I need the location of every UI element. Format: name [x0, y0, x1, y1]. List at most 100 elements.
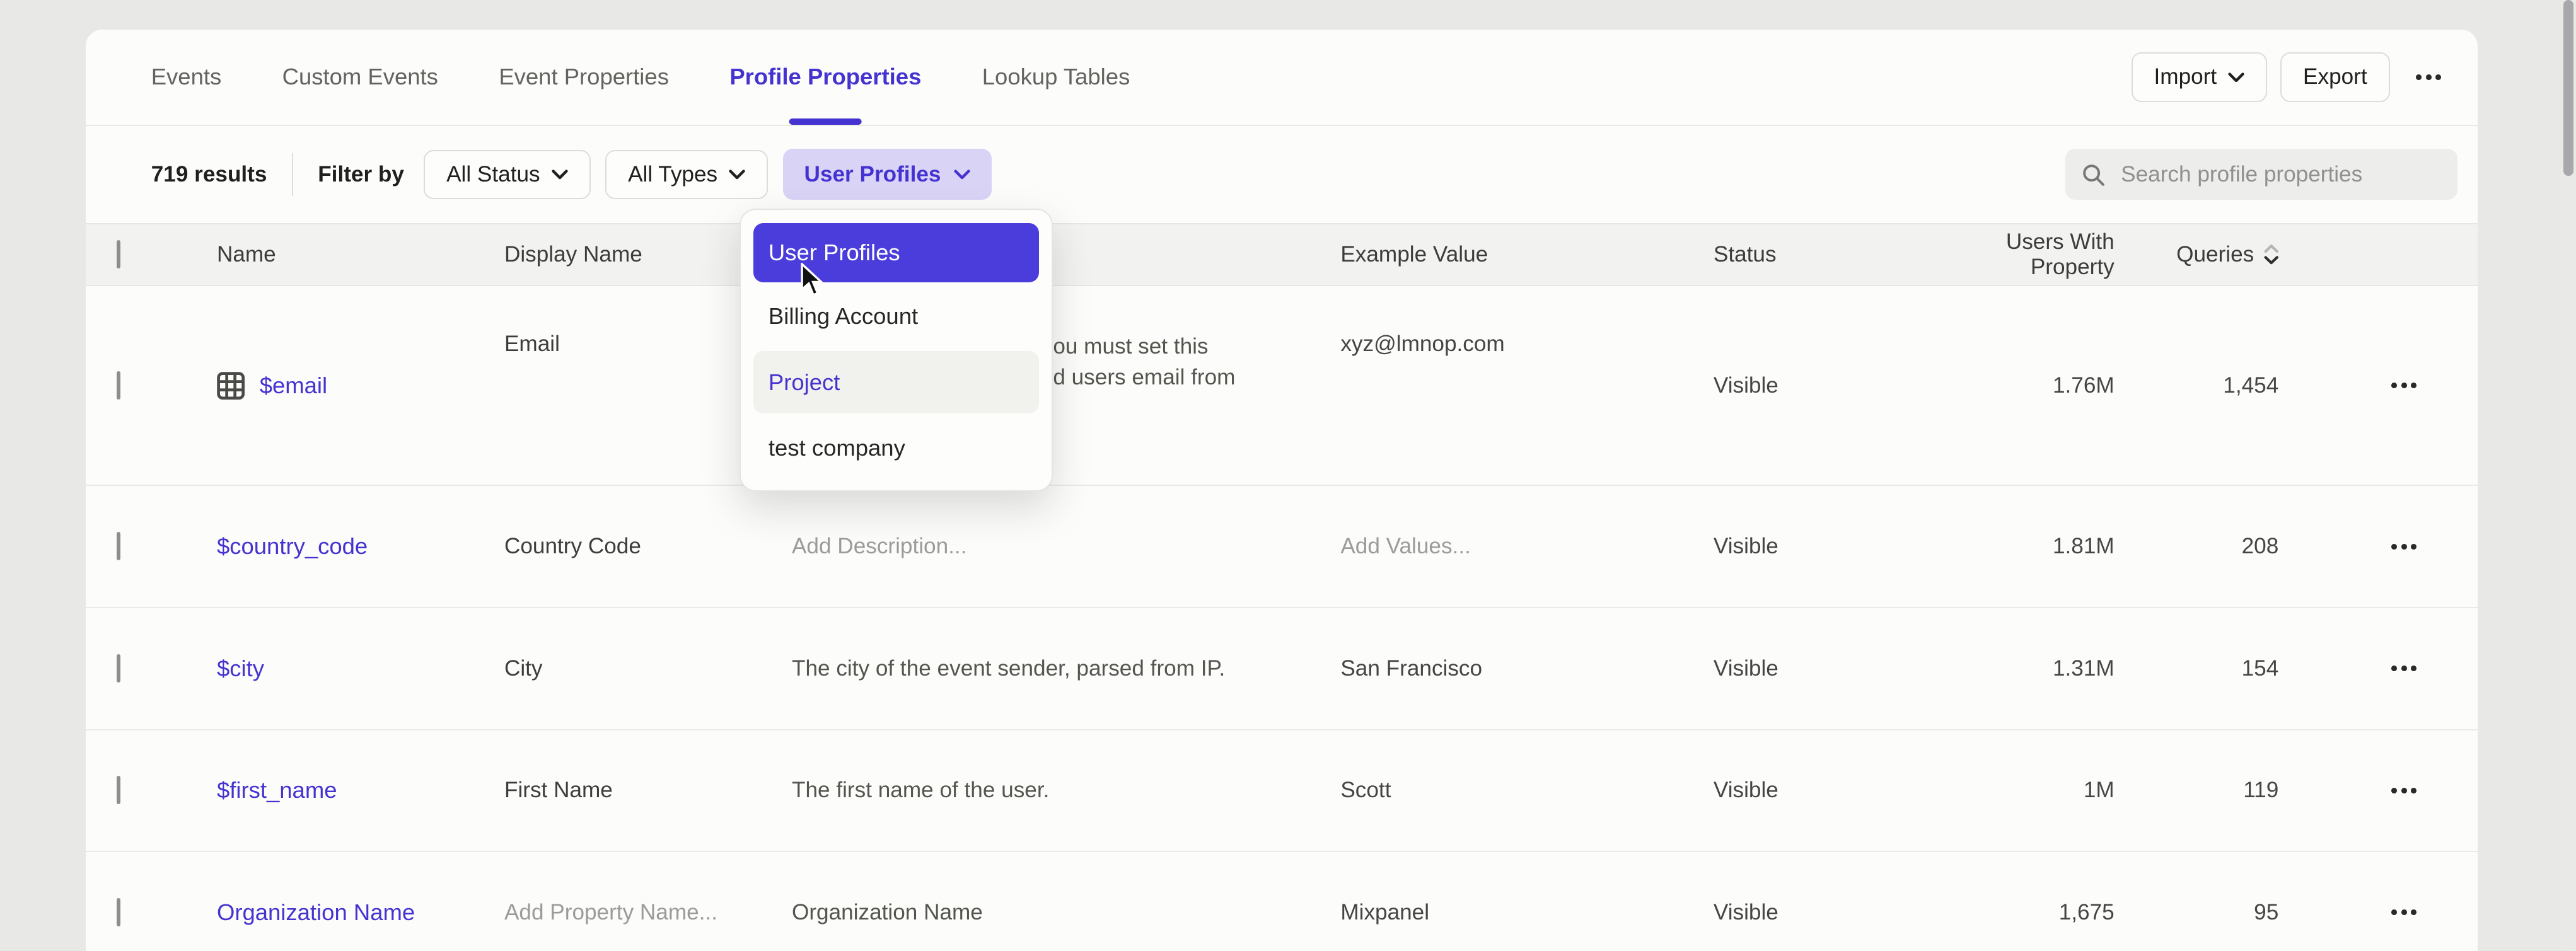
description-cell[interactable]: The city of the event sender, parsed fro… [792, 656, 1340, 681]
status-cell: Visible [1714, 534, 1968, 559]
export-button-label: Export [2303, 64, 2367, 89]
status-cell: Visible [1714, 900, 1968, 925]
row-more-menu-button[interactable] [2391, 544, 2478, 550]
display-name-cell[interactable]: City [504, 656, 792, 681]
group-filter-label: User Profiles [804, 162, 941, 187]
property-name-link[interactable]: $country_code [217, 533, 504, 560]
chevron-down-icon [2228, 72, 2244, 83]
example-value-cell[interactable]: Add Values... [1340, 534, 1714, 559]
status-cell: Visible [1714, 373, 1968, 398]
column-header-users-with-property[interactable]: Users With Property [1968, 229, 2115, 280]
tab-events[interactable]: Events [151, 30, 222, 125]
lookup-table-icon [217, 372, 245, 400]
chevron-down-icon [729, 170, 745, 180]
row-checkbox[interactable] [117, 898, 120, 926]
chevron-down-icon [954, 170, 970, 180]
group-filter-dropdown: User ProfilesBilling AccountProjecttest … [740, 209, 1053, 492]
page: Events Custom Events Event Properties Profi… [0, 0, 2576, 951]
queries-cell: 119 [2243, 778, 2278, 803]
display-name-cell[interactable]: Add Property Name... [504, 900, 792, 925]
property-name-link[interactable]: Organization Name [217, 899, 504, 926]
status-filter-button[interactable]: All Status [424, 150, 591, 199]
users-with-property-cell: 1M [2084, 778, 2115, 803]
scrollbar-thumb[interactable] [2563, 0, 2573, 176]
table-row: $city City The city of the event sender,… [86, 608, 2478, 730]
export-button[interactable]: Export [2280, 52, 2389, 101]
property-name-link[interactable]: $email [217, 372, 504, 400]
type-filter-button[interactable]: All Types [605, 150, 768, 199]
row-checkbox[interactable] [117, 654, 120, 683]
import-button[interactable]: Import [2132, 52, 2268, 101]
display-name-cell[interactable]: Country Code [504, 534, 792, 559]
tab-profile-properties[interactable]: Profile Properties [729, 30, 921, 125]
table-header: Name Display Name Example Value Status U… [86, 223, 2478, 286]
tab-event-properties[interactable]: Event Properties [499, 30, 669, 125]
type-filter-label: All Types [628, 162, 717, 187]
more-menu-button[interactable] [2403, 74, 2454, 80]
users-with-property-cell: 1.81M [2053, 534, 2115, 559]
dropdown-item-project[interactable]: Project [753, 351, 1038, 413]
display-name-cell[interactable]: First Name [504, 778, 792, 803]
dropdown-item-user-profiles[interactable]: User Profiles [753, 223, 1038, 282]
search-input[interactable] [2118, 160, 2445, 188]
tabs-row: Events Custom Events Event Properties Profi… [86, 30, 2478, 126]
import-button-label: Import [2154, 64, 2217, 89]
dropdown-item-billing-account[interactable]: Billing Account [753, 287, 1038, 346]
queries-cell: 95 [2254, 900, 2278, 925]
status-cell: Visible [1714, 778, 1968, 803]
group-filter-button[interactable]: User Profiles [783, 149, 992, 200]
queries-cell: 154 [2242, 656, 2279, 681]
row-more-menu-button[interactable] [2391, 909, 2478, 915]
users-with-property-cell: 1.76M [2053, 373, 2115, 398]
filter-by-label: Filter by [318, 162, 404, 187]
filter-row: 719 results Filter by All Status All Typ… [86, 126, 2478, 223]
row-checkbox[interactable] [117, 532, 120, 560]
column-header-example-value[interactable]: Example Value [1340, 242, 1714, 267]
users-with-property-cell: 1.31M [2053, 656, 2115, 681]
property-name-link[interactable]: $city [217, 655, 504, 682]
queries-header-label: Queries [2176, 242, 2254, 267]
table-row: $first_name First Name The first name of… [86, 730, 2478, 853]
table-row: Organization Name Add Property Name... O… [86, 852, 2478, 951]
property-name: $first_name [217, 777, 337, 804]
description-cell[interactable]: Add Description... [792, 534, 1340, 559]
example-value-cell[interactable]: San Francisco [1340, 656, 1714, 681]
column-header-name[interactable]: Name [217, 242, 504, 267]
mouse-cursor [800, 263, 823, 297]
search-box[interactable] [2065, 149, 2458, 200]
row-more-menu-button[interactable] [2391, 788, 2478, 793]
example-value-cell[interactable]: Scott [1340, 778, 1714, 803]
property-name: $city [217, 655, 264, 682]
column-header-queries[interactable]: Queries [2176, 242, 2278, 267]
tab-custom-events[interactable]: Custom Events [282, 30, 438, 125]
header-actions: Import Export [2132, 52, 2455, 101]
column-header-status[interactable]: Status [1714, 242, 1968, 267]
row-checkbox[interactable] [117, 371, 120, 400]
sort-icon[interactable] [2264, 245, 2278, 264]
property-name-link[interactable]: $first_name [217, 777, 504, 804]
select-all-checkbox[interactable] [117, 240, 120, 268]
tab-bar: Events Custom Events Event Properties Profi… [151, 30, 1130, 125]
status-filter-label: All Status [446, 162, 540, 187]
row-more-menu-button[interactable] [2391, 383, 2478, 388]
property-name: $country_code [217, 533, 368, 560]
example-value-cell[interactable]: xyz@lmnop.com [1340, 286, 1714, 485]
dropdown-item-test-company[interactable]: test company [753, 418, 1038, 478]
search-icon [2082, 163, 2104, 186]
divider [292, 153, 294, 196]
tab-lookup-tables[interactable]: Lookup Tables [982, 30, 1130, 125]
description-cell[interactable]: The first name of the user. [792, 778, 1340, 803]
example-value-cell[interactable]: Mixpanel [1340, 900, 1714, 925]
table-row: $email Email ou must set thisd users ema… [86, 286, 2478, 486]
queries-cell: 208 [2242, 534, 2279, 559]
chevron-down-icon [552, 170, 568, 180]
status-cell: Visible [1714, 656, 1968, 681]
property-name: Organization Name [217, 899, 415, 926]
table-body: $email Email ou must set thisd users ema… [86, 286, 2478, 951]
lexicon-card: Events Custom Events Event Properties Profi… [86, 30, 2478, 951]
row-checkbox[interactable] [117, 776, 120, 804]
row-more-menu-button[interactable] [2391, 666, 2478, 671]
table-row: $country_code Country Code Add Descripti… [86, 486, 2478, 608]
description-cell[interactable]: Organization Name [792, 900, 1340, 925]
queries-cell: 1,454 [2223, 373, 2278, 398]
